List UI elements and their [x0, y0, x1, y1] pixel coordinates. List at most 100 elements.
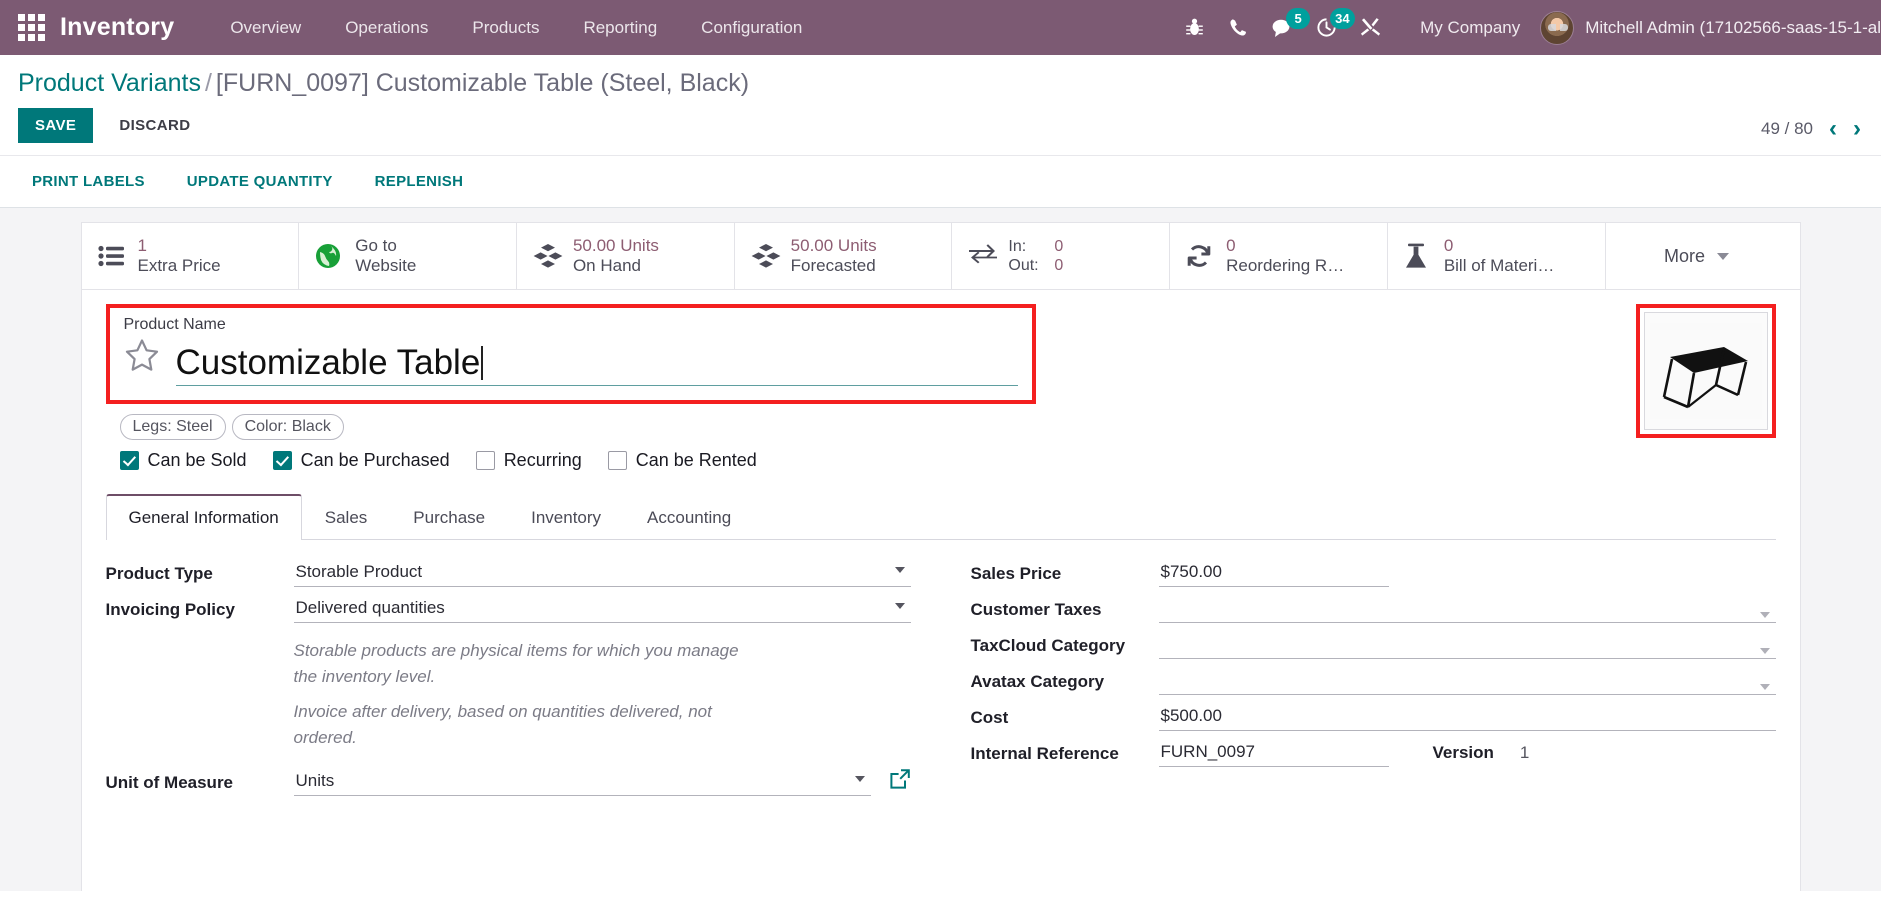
menu-item-reporting[interactable]: Reporting	[561, 0, 679, 55]
product-flags: Can be Sold Can be Purchased Recurring C…	[82, 440, 1800, 471]
sales-price-input[interactable]: $750.00	[1158, 558, 1389, 588]
field-taxcloud-category: TaxCloud Category	[971, 630, 1776, 660]
tools-icon[interactable]	[1348, 0, 1392, 55]
customer-taxes-input[interactable]	[1158, 594, 1776, 624]
stat-button-bar: 1 Extra Price Go to Website 50.00 Units …	[81, 223, 1800, 291]
invoicing-policy-select[interactable]: Delivered quantities	[293, 594, 911, 624]
avatar[interactable]	[1540, 10, 1575, 45]
checkbox-can-be-sold[interactable]: Can be Sold	[119, 450, 247, 471]
stat-button-go-to-website[interactable]: Go to Website	[299, 223, 517, 290]
stat-button-forecasted[interactable]: 50.00 Units Forecasted	[735, 223, 953, 290]
save-button[interactable]: SAVE	[18, 108, 94, 143]
company-switcher[interactable]: My Company	[1392, 18, 1540, 38]
out-value: 0	[1054, 257, 1064, 275]
stat-button-reordering-rules[interactable]: 0 Reordering R…	[1170, 223, 1388, 290]
menu-item-configuration[interactable]: Configuration	[679, 0, 824, 55]
stat-button-extra-price[interactable]: 1 Extra Price	[82, 223, 300, 290]
bug-icon[interactable]	[1172, 0, 1216, 55]
stat-button-bill-of-materials[interactable]: 0 Bill of Materi…	[1388, 223, 1606, 290]
refresh-icon	[1186, 243, 1226, 269]
checkbox-box[interactable]	[607, 451, 627, 471]
stat-value: Go to	[355, 236, 397, 255]
pager-previous-button[interactable]: ‹	[1829, 116, 1837, 141]
external-link-icon[interactable]	[889, 768, 911, 795]
stat-button-in-out[interactable]: In: 0 Out: 0	[952, 223, 1171, 290]
variant-tag-color[interactable]: Color: Black	[231, 414, 344, 441]
tab-general-information[interactable]: General Information	[105, 494, 302, 541]
stat-value: 0	[1226, 236, 1236, 255]
breadcrumb-separator: /	[204, 69, 212, 97]
boxes-icon	[751, 243, 791, 269]
product-image-highlight	[1635, 304, 1776, 439]
checkbox-box[interactable]	[272, 451, 292, 471]
avatax-category-input[interactable]	[1158, 666, 1776, 696]
stat-label: Website	[355, 256, 417, 276]
checkbox-label: Can be Purchased	[300, 450, 450, 471]
app-brand-inventory[interactable]: Inventory	[60, 13, 174, 42]
taxcloud-category-input[interactable]	[1158, 630, 1776, 660]
action-buttons-row: PRINT LABELS UPDATE QUANTITY REPLENISH	[0, 155, 1881, 207]
pager: 49 / 80 ‹ ›	[1761, 116, 1861, 141]
field-customer-taxes: Customer Taxes	[971, 594, 1776, 624]
menu-item-operations[interactable]: Operations	[323, 0, 450, 55]
tab-inventory[interactable]: Inventory	[508, 495, 624, 540]
product-name-highlight: Product Name Customizable Table	[105, 304, 1036, 405]
tab-accounting[interactable]: Accounting	[624, 495, 754, 540]
checkbox-box[interactable]	[475, 451, 495, 471]
phone-icon[interactable]	[1216, 0, 1260, 55]
version-label: Version	[1432, 742, 1494, 762]
checkbox-can-be-purchased[interactable]: Can be Purchased	[272, 450, 450, 471]
checkbox-recurring[interactable]: Recurring	[475, 450, 582, 471]
product-name-input[interactable]: Customizable Table	[175, 343, 1018, 387]
stat-label: Reordering R…	[1226, 256, 1345, 276]
product-image[interactable]	[1643, 312, 1768, 431]
menu-item-overview[interactable]: Overview	[208, 0, 323, 55]
field-cost: Cost $500.00	[971, 702, 1776, 732]
variant-tag-legs[interactable]: Legs: Steel	[119, 414, 226, 441]
checkbox-can-be-rented[interactable]: Can be Rented	[607, 450, 757, 471]
chevron-down-icon	[894, 603, 905, 610]
navbar-right-tools: 5 34 My Company Mitchell Admin (17102566…	[1172, 0, 1881, 55]
chevron-down-icon	[1759, 612, 1770, 619]
text-cursor	[481, 345, 484, 380]
pager-next-button[interactable]: ›	[1853, 116, 1861, 141]
product-type-select[interactable]: Storable Product	[293, 558, 911, 588]
star-outline-icon[interactable]	[124, 338, 160, 378]
variant-tags: Legs: Steel Color: Black	[82, 404, 1800, 441]
field-label: Internal Reference	[970, 744, 1119, 764]
globe-icon	[315, 243, 355, 269]
activities-clock-icon[interactable]: 34	[1304, 0, 1355, 55]
stat-value: 50.00 Units	[790, 236, 877, 255]
stat-button-more[interactable]: More	[1606, 223, 1800, 289]
stat-value: 50.00 Units	[572, 236, 659, 255]
stat-button-on-hand[interactable]: 50.00 Units On Hand	[517, 223, 735, 290]
form-column-right: Sales Price $750.00 Customer Taxes TaxCl…	[971, 558, 1776, 803]
field-label: Avatax Category	[970, 672, 1105, 692]
tab-purchase[interactable]: Purchase	[390, 495, 508, 540]
chevron-down-icon	[1759, 648, 1770, 655]
discard-button[interactable]: DISCARD	[107, 108, 202, 143]
breadcrumb-parent[interactable]: Product Variants	[18, 69, 201, 97]
tab-sales[interactable]: Sales	[302, 495, 391, 540]
user-menu-label[interactable]: Mitchell Admin (17102566-saas-15-1-al	[1585, 18, 1881, 38]
product-title-block: Product Name Customizable Table	[82, 290, 1800, 439]
checkbox-box[interactable]	[119, 451, 139, 471]
replenish-button[interactable]: REPLENISH	[361, 167, 478, 196]
version-value: 1	[1519, 742, 1530, 762]
cost-input[interactable]: $500.00	[1158, 702, 1776, 732]
checkbox-label: Can be Rented	[635, 450, 757, 471]
breadcrumb-current: [FURN_0097] Customizable Table (Steel, B…	[215, 69, 750, 97]
more-label: More	[1664, 245, 1706, 266]
print-labels-button[interactable]: PRINT LABELS	[18, 167, 159, 196]
form-column-left: Product Type Storable Product Invoicing …	[106, 558, 911, 803]
field-sales-price: Sales Price $750.00	[971, 558, 1776, 588]
update-quantity-button[interactable]: UPDATE QUANTITY	[173, 167, 347, 196]
internal-reference-input[interactable]: FURN_0097	[1158, 738, 1389, 768]
exchange-icon	[968, 244, 1008, 268]
apps-grid-icon[interactable]	[16, 13, 46, 43]
unit-of-measure-select[interactable]: Units	[293, 767, 871, 797]
messages-icon[interactable]: 5	[1260, 0, 1311, 55]
field-invoicing-policy: Invoicing Policy Delivered quantities	[106, 594, 911, 624]
menu-item-products[interactable]: Products	[450, 0, 561, 55]
